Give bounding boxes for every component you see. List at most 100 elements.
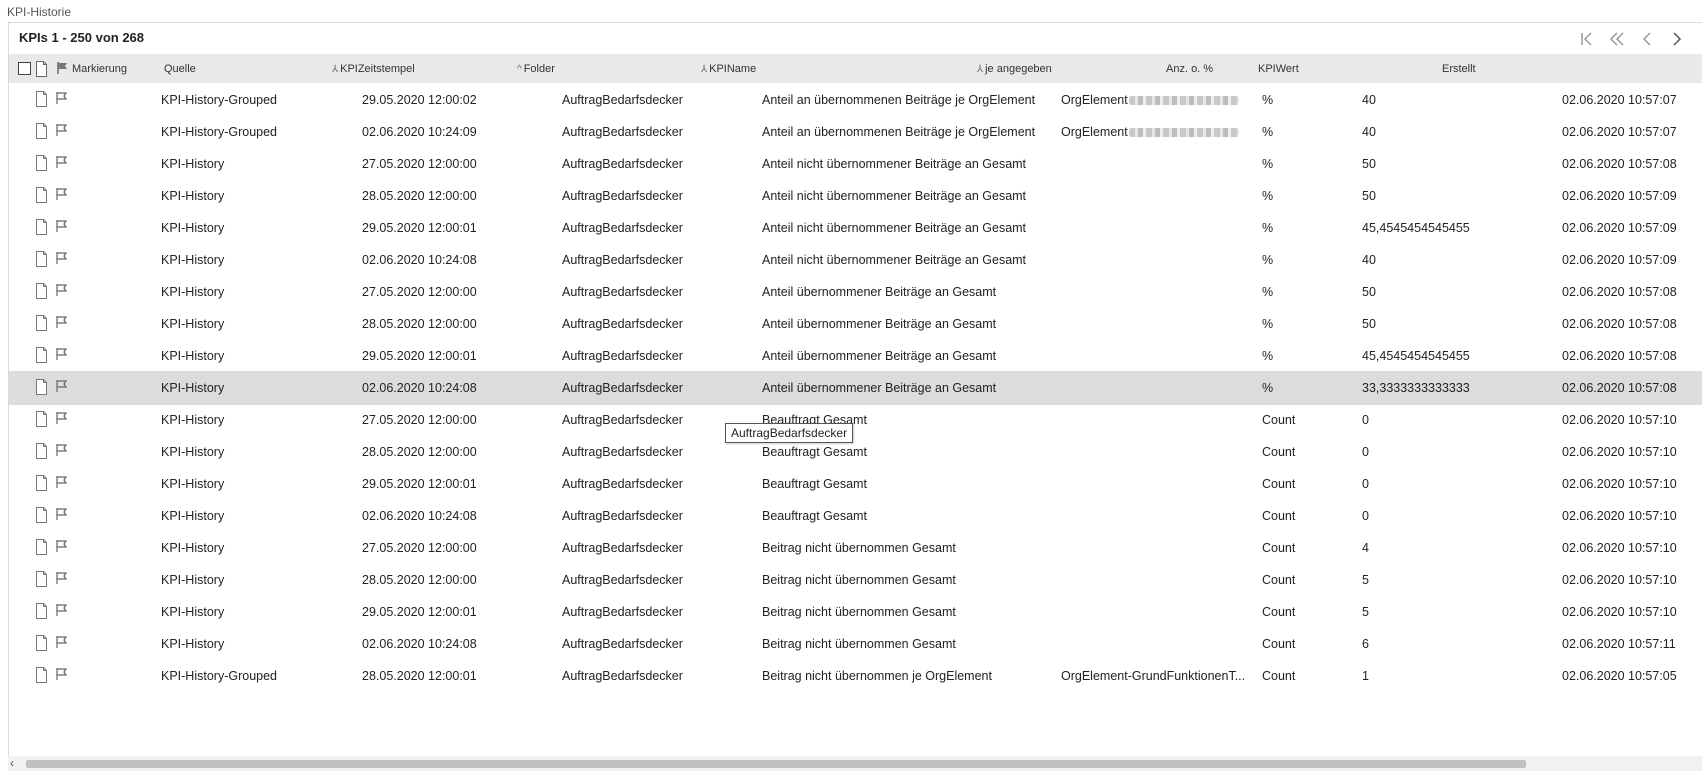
document-icon[interactable] bbox=[35, 283, 48, 299]
last-page-icon[interactable] bbox=[1692, 28, 1702, 50]
document-icon[interactable] bbox=[35, 411, 48, 427]
cell-erstellt: 02.06.2020 10:57:08 bbox=[1562, 317, 1677, 331]
document-icon[interactable] bbox=[35, 123, 48, 139]
table-row[interactable]: KPI-History 02.06.2020 10:24:08 AuftragBed… bbox=[9, 499, 1702, 533]
flag-icon[interactable] bbox=[55, 283, 69, 299]
column-anz[interactable]: Anz. o. % bbox=[1166, 63, 1213, 75]
cell-kpizeitstempel: 29.05.2020 12:00:01 bbox=[362, 221, 477, 235]
cell-kpizeitstempel: 27.05.2020 12:00:00 bbox=[362, 541, 477, 555]
cell-kpiwert: 1 bbox=[1362, 669, 1369, 683]
flag-icon[interactable] bbox=[55, 603, 69, 619]
cell-kpizeitstempel: 02.06.2020 10:24:08 bbox=[362, 637, 477, 651]
scroll-left-icon[interactable]: ‹ bbox=[10, 756, 14, 770]
cell-kpizeitstempel: 02.06.2020 10:24:08 bbox=[362, 253, 477, 267]
column-kpiname-wrap[interactable]: ⅄ KPIName bbox=[701, 63, 756, 75]
flag-icon[interactable] bbox=[55, 251, 69, 267]
column-erstellt[interactable]: Erstellt bbox=[1442, 63, 1476, 75]
row-icons bbox=[35, 251, 69, 267]
cell-anz: Count bbox=[1262, 477, 1296, 491]
flag-icon[interactable] bbox=[55, 187, 69, 203]
column-kpiwert[interactable]: KPIWert bbox=[1258, 63, 1299, 75]
flag-icon[interactable] bbox=[55, 539, 69, 555]
document-icon[interactable] bbox=[35, 347, 48, 363]
document-icon[interactable] bbox=[35, 155, 48, 171]
column-kpizeitstempel-wrap[interactable]: ⅄ KPIZeitstempel bbox=[332, 63, 415, 75]
cell-anz: Count bbox=[1262, 509, 1296, 523]
table-row[interactable]: KPI-History 29.05.2020 12:00:01 AuftragBed… bbox=[9, 595, 1702, 629]
flag-icon[interactable] bbox=[55, 443, 69, 459]
cell-kpizeitstempel: 27.05.2020 12:00:00 bbox=[362, 413, 477, 427]
table-row[interactable]: KPI-History 28.05.2020 12:00:00 AuftragBed… bbox=[9, 435, 1702, 469]
column-folder-wrap[interactable]: ^ Folder bbox=[517, 63, 555, 75]
cell-kpiwert: 5 bbox=[1362, 573, 1369, 587]
table-row[interactable]: KPI-History 27.05.2020 12:00:00 AuftragBed… bbox=[9, 147, 1702, 181]
flag-icon[interactable] bbox=[55, 475, 69, 491]
document-icon[interactable] bbox=[35, 571, 48, 587]
flag-icon[interactable] bbox=[55, 411, 69, 427]
cell-folder: AuftragBedarfsdecker bbox=[562, 381, 683, 395]
document-icon[interactable] bbox=[35, 251, 48, 267]
flag-icon[interactable] bbox=[55, 667, 69, 683]
table-row[interactable]: KPI-History 28.05.2020 12:00:00 AuftragBed… bbox=[9, 563, 1702, 597]
cell-quelle: KPI-History bbox=[161, 253, 225, 267]
document-icon[interactable] bbox=[35, 475, 48, 491]
column-je-angegeben-wrap[interactable]: ⅄ je angegeben bbox=[977, 63, 1052, 75]
table-row[interactable]: KPI-History 28.05.2020 12:00:00 AuftragBed… bbox=[9, 307, 1702, 341]
table-row[interactable]: KPI-History-Grouped 02.06.2020 10:24:09 Au… bbox=[9, 115, 1702, 149]
scrollbar-thumb[interactable] bbox=[26, 760, 1526, 768]
cell-kpizeitstempel: 27.05.2020 12:00:00 bbox=[362, 285, 477, 299]
cell-anz: % bbox=[1262, 317, 1274, 331]
flag-icon[interactable] bbox=[55, 347, 69, 363]
document-icon[interactable] bbox=[35, 539, 48, 555]
first-page-icon[interactable] bbox=[1572, 28, 1602, 50]
flag-icon[interactable] bbox=[55, 155, 69, 171]
cell-kpiname: Anteil an übernommenen Beiträge je OrgEl… bbox=[762, 93, 1036, 107]
table-row[interactable]: KPI-History 27.05.2020 12:00:00 AuftragBed… bbox=[9, 275, 1702, 309]
table-row[interactable]: KPI-History 29.05.2020 12:00:01 AuftragBed… bbox=[9, 211, 1702, 245]
table-row[interactable]: KPI-History-Grouped 28.05.2020 12:00:01 Au… bbox=[9, 659, 1702, 693]
table-row[interactable]: KPI-History 27.05.2020 12:00:00 AuftragBed… bbox=[9, 531, 1702, 565]
flag-icon[interactable] bbox=[55, 379, 69, 395]
flag-icon[interactable] bbox=[55, 635, 69, 651]
document-icon[interactable] bbox=[35, 219, 48, 235]
select-all-checkbox[interactable] bbox=[18, 62, 31, 75]
flag-icon[interactable] bbox=[55, 315, 69, 331]
document-icon[interactable] bbox=[35, 667, 48, 683]
previous-page-icon[interactable] bbox=[1632, 28, 1662, 50]
cell-folder: AuftragBedarfsdecker bbox=[562, 317, 683, 331]
row-icons bbox=[35, 411, 69, 427]
table-row[interactable]: KPI-History 27.05.2020 12:00:00 AuftragBed… bbox=[9, 403, 1702, 437]
column-quelle[interactable]: Quelle bbox=[164, 63, 196, 75]
column-kpiname: KPIName bbox=[709, 63, 757, 75]
document-icon[interactable] bbox=[35, 187, 48, 203]
cell-kpiname: Anteil nicht übernommener Beiträge an Ge… bbox=[762, 221, 1027, 235]
document-icon[interactable] bbox=[35, 507, 48, 523]
flag-icon[interactable] bbox=[55, 123, 69, 139]
table-row[interactable]: KPI-History 29.05.2020 12:00:01 AuftragBed… bbox=[9, 467, 1702, 501]
cell-kpiname: Beitrag nicht übernommen Gesamt bbox=[762, 605, 956, 619]
previous-page-group-icon[interactable] bbox=[1602, 28, 1632, 50]
document-icon[interactable] bbox=[35, 379, 48, 395]
document-icon[interactable] bbox=[35, 315, 48, 331]
document-icon[interactable] bbox=[35, 603, 48, 619]
table-row[interactable]: KPI-History 02.06.2020 10:24:08 AuftragBed… bbox=[9, 627, 1702, 661]
flag-icon[interactable] bbox=[55, 571, 69, 587]
flag-icon[interactable] bbox=[55, 91, 69, 107]
flag-icon[interactable] bbox=[55, 507, 69, 523]
table-row[interactable]: KPI-History 02.06.2020 10:24:08 AuftragBed… bbox=[9, 371, 1702, 405]
cell-kpiname: Beauftragt Gesamt bbox=[762, 445, 867, 459]
document-icon[interactable] bbox=[35, 91, 48, 107]
document-icon[interactable] bbox=[35, 443, 48, 459]
row-icons bbox=[35, 603, 69, 619]
table-row[interactable]: KPI-History 02.06.2020 10:24:08 AuftragBed… bbox=[9, 243, 1702, 277]
table-row[interactable]: KPI-History 28.05.2020 12:00:00 AuftragBed… bbox=[9, 179, 1702, 213]
flag-icon[interactable] bbox=[55, 219, 69, 235]
table-row[interactable]: KPI-History-Grouped 29.05.2020 12:00:02 Au… bbox=[9, 83, 1702, 117]
document-icon[interactable] bbox=[35, 635, 48, 651]
next-page-icon[interactable] bbox=[1662, 28, 1692, 50]
cell-kpiwert: 0 bbox=[1362, 445, 1369, 459]
horizontal-scrollbar[interactable]: ‹ bbox=[8, 756, 1702, 771]
cell-kpiwert: 40 bbox=[1362, 253, 1376, 267]
table-row[interactable]: KPI-History 29.05.2020 12:00:01 AuftragBed… bbox=[9, 339, 1702, 373]
column-markierung[interactable]: Markierung bbox=[72, 63, 127, 75]
